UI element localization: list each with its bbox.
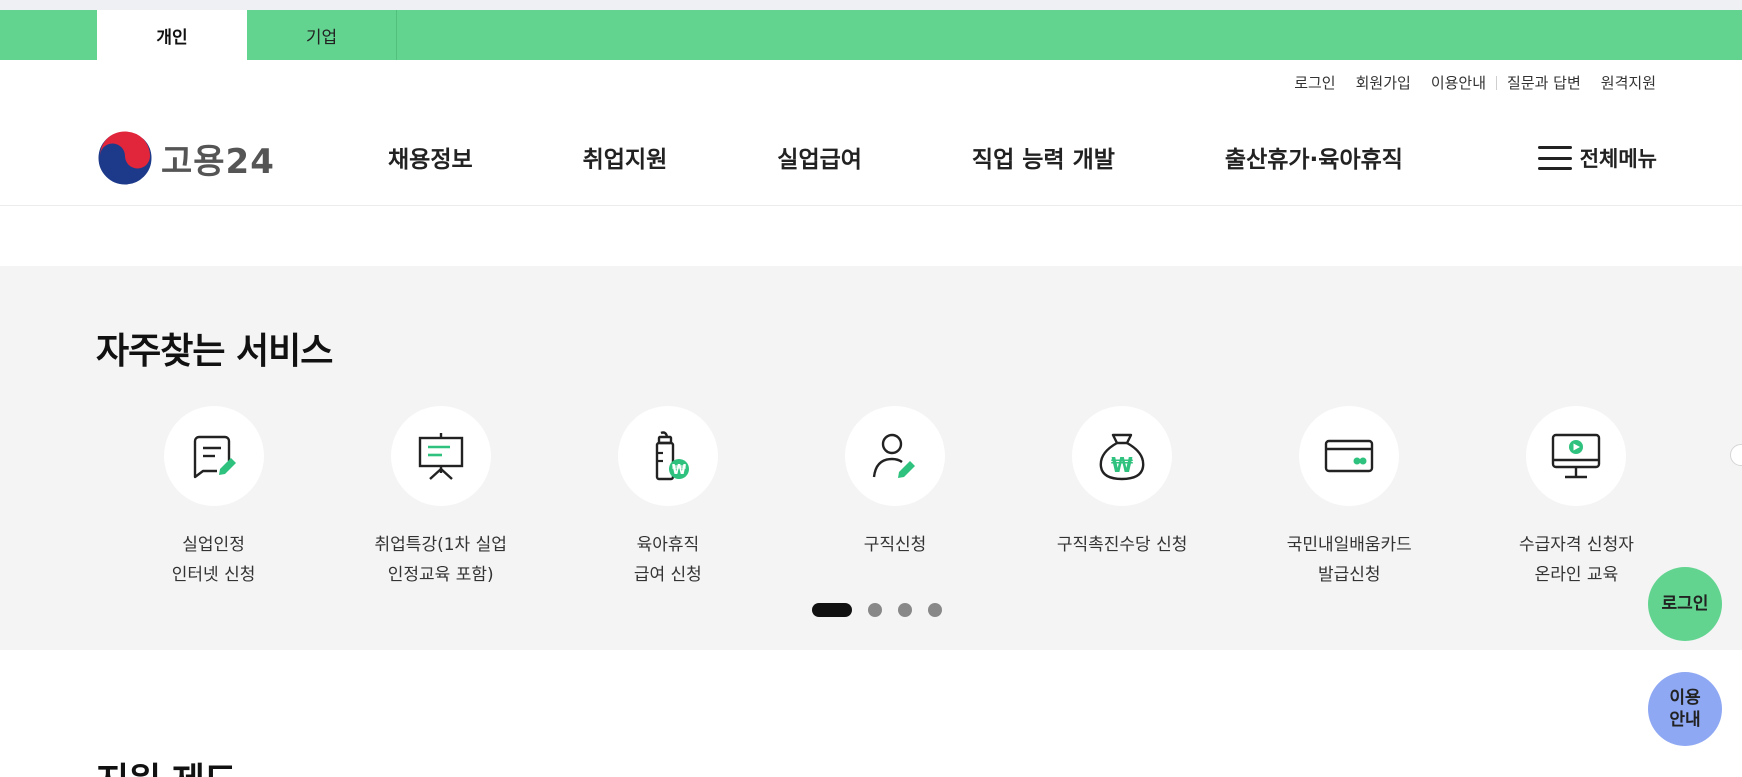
monitor-play-icon	[1552, 433, 1601, 479]
logo-text: 고용24	[161, 141, 275, 182]
service-item-learning-card[interactable]: 국민내일배움카드 발급신청	[1236, 406, 1463, 590]
service-item-online-education[interactable]: 수급자격 신청자 온라인 교육	[1463, 406, 1690, 590]
service-label: 실업인정 인터넷 신청	[171, 535, 256, 585]
service-icon-circle	[163, 406, 264, 506]
service-icon-circle: ₩	[617, 406, 718, 506]
tab-enterprise[interactable]: 기업	[247, 10, 397, 60]
login-link[interactable]: 로그인	[1294, 72, 1335, 93]
frequent-services-section: 자주찾는 서비스 실업인정 인터넷 신청 취업특강(1차 실업 인정교육 포함)…	[0, 266, 1742, 650]
nav-job-info[interactable]: 채용정보	[388, 140, 473, 174]
service-item-unemployment-certification[interactable]: 실업인정 인터넷 신청	[100, 406, 327, 590]
top-strip	[0, 0, 1742, 10]
service-item-employment-lecture[interactable]: 취업특강(1차 실업 인정교육 포함)	[327, 406, 554, 590]
user-type-tab-bar: 개인 기업	[0, 10, 1742, 60]
presentation-board-icon	[418, 433, 463, 480]
pagination-dot-2[interactable]	[868, 603, 882, 617]
service-icon-circle	[390, 406, 491, 506]
service-icon-circle	[1299, 406, 1400, 506]
document-edit-icon	[193, 435, 236, 479]
all-menu-label: 전체메뉴	[1579, 147, 1657, 171]
service-icon-circle	[1526, 406, 1627, 506]
taegeuk-logo-icon	[97, 130, 153, 186]
service-label: 국민내일배움카드 발급신청	[1286, 535, 1412, 585]
carousel-next-button[interactable]	[1730, 444, 1742, 466]
site-logo[interactable]: 고용24	[97, 130, 275, 186]
service-icon-circle	[844, 406, 945, 506]
support-programs-title: 지원 제도	[96, 752, 237, 777]
nav-unemployment-benefits[interactable]: 실업급여	[777, 140, 862, 174]
baby-bottle-won-icon: ₩	[655, 431, 689, 481]
person-edit-icon	[872, 433, 915, 478]
svg-text:₩: ₩	[672, 463, 687, 478]
hamburger-icon	[1537, 146, 1572, 170]
service-label: 취업특강(1차 실업 인정교육 포함)	[374, 535, 507, 585]
pagination-dot-3[interactable]	[898, 603, 912, 617]
main-navigation: 채용정보 취업지원 실업급여 직업 능력 개발 출산휴가·육아휴직	[388, 140, 1403, 174]
service-label: 구직신청	[863, 535, 927, 555]
service-label: 구직촉진수당 신청	[1056, 535, 1188, 555]
service-icon-circle: ₩	[1072, 406, 1173, 506]
floating-guide-button[interactable]: 이용 안내	[1648, 672, 1722, 746]
nav-maternity-parental-leave[interactable]: 출산휴가·육아휴직	[1225, 140, 1403, 174]
nav-vocational-training[interactable]: 직업 능력 개발	[972, 140, 1115, 174]
guide-link[interactable]: 이용안내	[1431, 72, 1486, 93]
remote-support-link[interactable]: 원격지원	[1601, 72, 1656, 93]
money-bag-won-icon: ₩	[1099, 433, 1145, 481]
service-label: 수급자격 신청자 온라인 교육	[1518, 535, 1634, 585]
service-label: 육아휴직 급여 신청	[633, 535, 702, 585]
pagination-dot-1[interactable]	[812, 603, 852, 617]
divider	[1496, 75, 1498, 90]
utility-links: 로그인 회원가입 이용안내 질문과 답변 원격지원	[1274, 72, 1656, 93]
floating-login-button[interactable]: 로그인	[1648, 567, 1722, 641]
pagination-dot-4[interactable]	[928, 603, 942, 617]
service-item-job-seeker-registration[interactable]: 구직신청	[781, 406, 1008, 590]
card-icon	[1325, 439, 1374, 473]
nav-employment-support[interactable]: 취업지원	[583, 140, 668, 174]
all-menu-button[interactable]: 전체메뉴	[1537, 143, 1657, 173]
qna-link[interactable]: 질문과 답변	[1507, 72, 1581, 93]
signup-link[interactable]: 회원가입	[1356, 72, 1411, 93]
site-header: 고용24 채용정보 취업지원 실업급여 직업 능력 개발 출산휴가·육아휴직 전…	[0, 110, 1742, 206]
service-list: 실업인정 인터넷 신청 취업특강(1차 실업 인정교육 포함) ₩ 육아휴직 급…	[100, 406, 1690, 590]
service-item-parental-leave-benefit[interactable]: ₩ 육아휴직 급여 신청	[554, 406, 781, 590]
carousel-pagination	[812, 603, 958, 617]
svg-text:₩: ₩	[1111, 453, 1133, 477]
section-title: 자주찾는 서비스	[96, 331, 333, 372]
service-item-job-promotion-allowance[interactable]: ₩ 구직촉진수당 신청	[1009, 406, 1236, 590]
tab-personal[interactable]: 개인	[97, 10, 247, 60]
